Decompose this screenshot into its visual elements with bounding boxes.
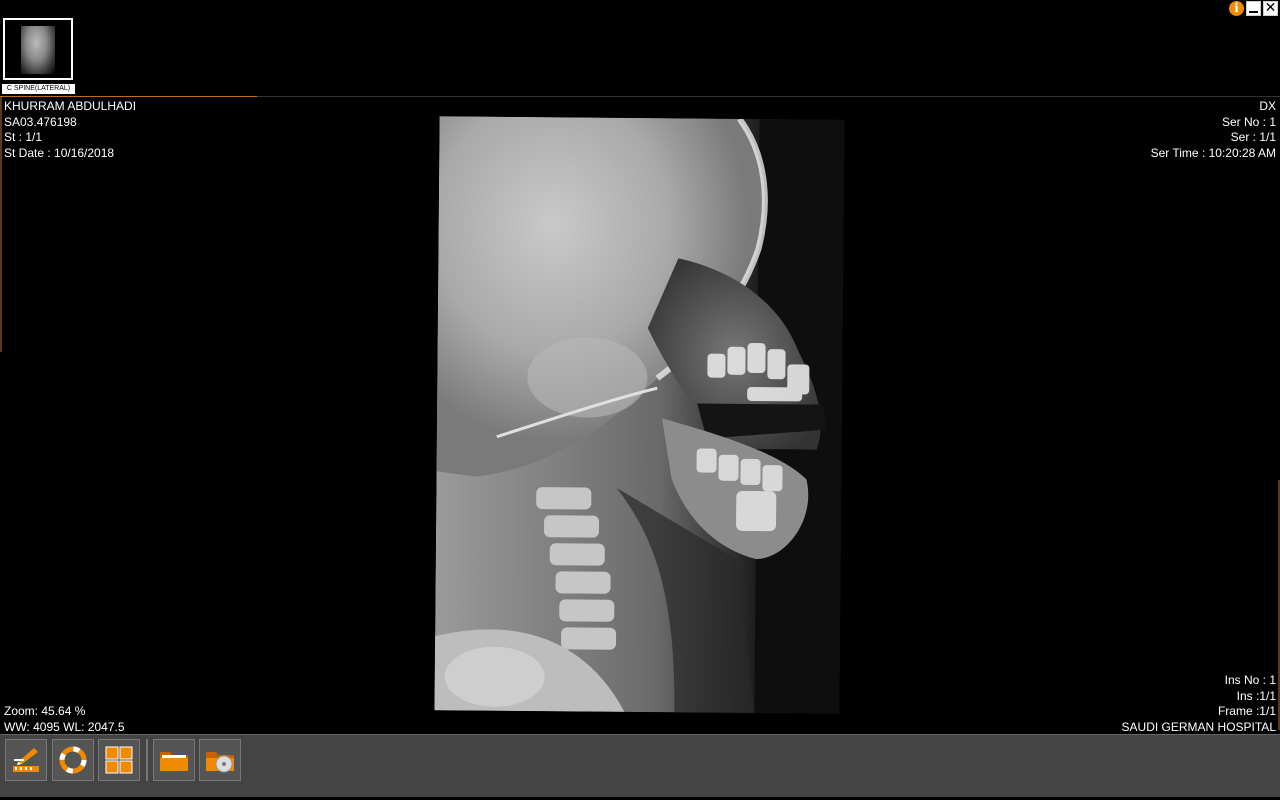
- series-time: Ser Time : 10:20:28 AM: [1150, 145, 1276, 160]
- open-folder-button[interactable]: [153, 739, 195, 781]
- left-edge-accent: [0, 97, 2, 352]
- cd-folder-icon: [206, 752, 234, 773]
- minimize-button[interactable]: [1246, 0, 1261, 16]
- frame-index: Frame :1/1: [1217, 704, 1276, 718]
- institution-name: SAUDI GERMAN HOSPITAL: [1121, 719, 1276, 734]
- window-level: WW: 4095 WL: 2047.5: [4, 719, 125, 734]
- patient-name: KHURRAM ABDULHADI: [4, 99, 137, 113]
- toolbar-separator: [146, 739, 148, 781]
- info-icon[interactable]: i: [1229, 0, 1244, 16]
- series-thumbnail[interactable]: [3, 18, 73, 80]
- window-controls: i ✕: [1229, 0, 1278, 16]
- series-thumbnail-strip: C SPINE(LATERAL): [0, 16, 1280, 97]
- instance-info-overlay: Ins No : 1 Ins :1/1 Frame :1/1 SAUDI GER…: [1122, 673, 1276, 735]
- layout-grid-icon: [105, 746, 133, 774]
- reset-cycle-icon: [59, 746, 87, 774]
- view-info-overlay: Zoom: 45.64 % WW: 4095 WL: 2047.5: [4, 704, 125, 735]
- annotate-tools-button[interactable]: [5, 739, 47, 781]
- xray-lateral-skull-cspine: [434, 116, 845, 714]
- study-date: St Date : 10/16/2018: [4, 145, 115, 160]
- thumbnail-divider: [0, 96, 257, 97]
- zoom-level: Zoom: 45.64 %: [4, 704, 86, 718]
- bottom-toolbar: [0, 734, 1280, 797]
- series-index: Ser : 1/1: [1230, 130, 1276, 144]
- reset-view-button[interactable]: [52, 739, 94, 781]
- open-folder-icon: [160, 752, 188, 771]
- study-index: St : 1/1: [4, 130, 43, 144]
- patient-info-overlay: KHURRAM ABDULHADI SA03.476198 St : 1/1 S…: [4, 99, 136, 161]
- series-info-overlay: DX Ser No : 1 Ser : 1/1 Ser Time : 10:20…: [1151, 99, 1276, 161]
- series-number: Ser No : 1: [1221, 114, 1276, 129]
- instance-number: Ins No : 1: [1224, 673, 1276, 687]
- instance-index: Ins :1/1: [1236, 688, 1276, 703]
- thumbnail-image: [21, 26, 55, 74]
- modality: DX: [1259, 99, 1276, 113]
- xray-image[interactable]: [434, 116, 845, 714]
- close-button[interactable]: ✕: [1263, 0, 1278, 16]
- dicom-viewer: i ✕ C SPINE(LATERAL) KHURRAM ABDULHADI S…: [0, 0, 1280, 800]
- thumbnail-label: C SPINE(LATERAL): [2, 84, 75, 94]
- annotate-tools-icon: [13, 748, 39, 772]
- open-cd-button[interactable]: [199, 739, 241, 781]
- layout-button[interactable]: [98, 739, 140, 781]
- patient-id: SA03.476198: [4, 114, 77, 129]
